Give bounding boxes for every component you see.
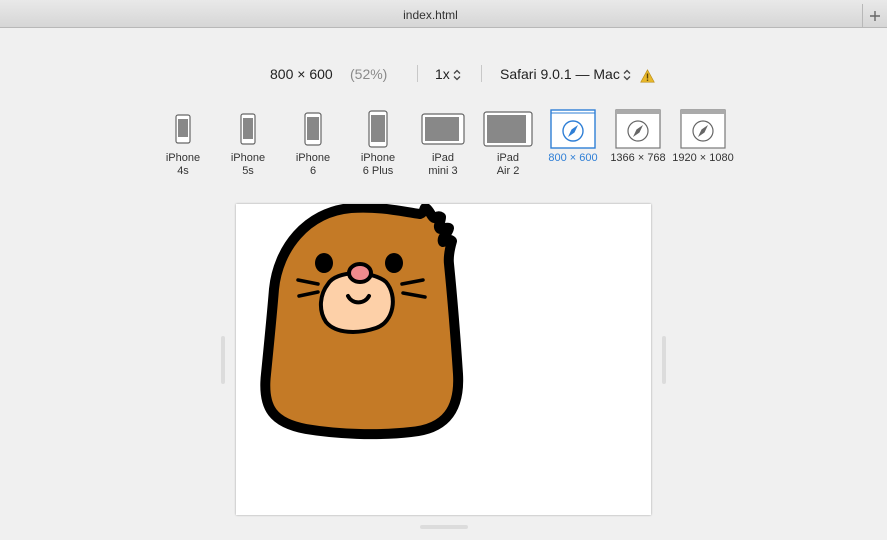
- device-iphone-6[interactable]: iPhone 6: [278, 106, 348, 178]
- device-label-line2: Air 2: [496, 165, 520, 177]
- device-presets: iPhone 4s iPhone 5s iPhone 6 iPhone 6 Pl…: [0, 106, 887, 186]
- mole-illustration: [260, 204, 464, 440]
- window-title: index.html: [403, 8, 458, 22]
- device-label-line1: iPad: [496, 152, 520, 164]
- user-agent-value: Safari 9.0.1 — Mac: [500, 66, 620, 82]
- resolution-label: 800 × 600: [270, 66, 333, 82]
- device-1920x1080[interactable]: 1920 × 1080: [668, 106, 738, 165]
- plus-icon: [870, 10, 880, 21]
- device-label-line1: iPhone: [360, 152, 396, 164]
- device-label-line2: 5s: [242, 165, 254, 177]
- device-label-line2: mini 3: [428, 165, 458, 177]
- phone-icon: [304, 112, 322, 146]
- device-label-line2: 4s: [177, 165, 189, 177]
- preview-viewport[interactable]: [236, 204, 651, 515]
- device-label-line2: 6 Plus: [362, 165, 394, 177]
- resize-handle-bottom[interactable]: [420, 525, 468, 529]
- chevron-updown-icon: [623, 69, 631, 81]
- device-label-line1: 800 × 600: [548, 152, 598, 164]
- browser-window-icon: [615, 109, 661, 149]
- device-label-line2: 6: [309, 165, 317, 177]
- browser-window-icon: [550, 109, 596, 149]
- device-ipad-mini-3[interactable]: iPad mini 3: [408, 106, 478, 178]
- user-agent-select[interactable]: Safari 9.0.1 — Mac: [500, 62, 631, 86]
- zoom-percent: (52%): [350, 66, 388, 82]
- device-label-line1: iPhone: [165, 152, 201, 164]
- device-1366x768[interactable]: 1366 × 768: [603, 106, 673, 165]
- responsive-toolbar: 800 × 600 (52%) 1x Safari 9.0.1 — Mac: [0, 62, 887, 86]
- chevron-updown-icon: [453, 69, 461, 81]
- resize-handle-left[interactable]: [221, 336, 225, 384]
- resize-handle-right[interactable]: [662, 336, 666, 384]
- phone-icon: [240, 113, 256, 145]
- device-label-line1: 1366 × 768: [610, 152, 666, 164]
- new-tab-button[interactable]: [862, 4, 887, 27]
- window-titlebar: index.html: [0, 0, 887, 28]
- device-label-line1: iPhone: [295, 152, 331, 164]
- warning-icon[interactable]: [640, 66, 655, 90]
- device-iphone-5s[interactable]: iPhone 5s: [213, 106, 283, 178]
- tablet-icon: [421, 113, 465, 145]
- device-ipad-air-2[interactable]: iPad Air 2: [473, 106, 543, 178]
- toolbar-divider: [417, 65, 418, 82]
- device-iphone-6-plus[interactable]: iPhone 6 Plus: [343, 106, 413, 178]
- device-label-line1: 1920 × 1080: [672, 152, 734, 164]
- device-label-line1: iPhone: [230, 152, 266, 164]
- device-label-line1: iPad: [431, 152, 455, 164]
- pixel-ratio-select[interactable]: 1x: [435, 62, 461, 86]
- phone-icon: [175, 114, 191, 144]
- toolbar-divider: [481, 65, 482, 82]
- device-iphone-4s[interactable]: iPhone 4s: [148, 106, 218, 178]
- phone-icon: [368, 110, 388, 148]
- tablet-icon: [483, 111, 533, 147]
- browser-window-icon: [680, 109, 726, 149]
- pixel-ratio-value: 1x: [435, 66, 450, 82]
- device-800x600[interactable]: 800 × 600: [538, 106, 608, 165]
